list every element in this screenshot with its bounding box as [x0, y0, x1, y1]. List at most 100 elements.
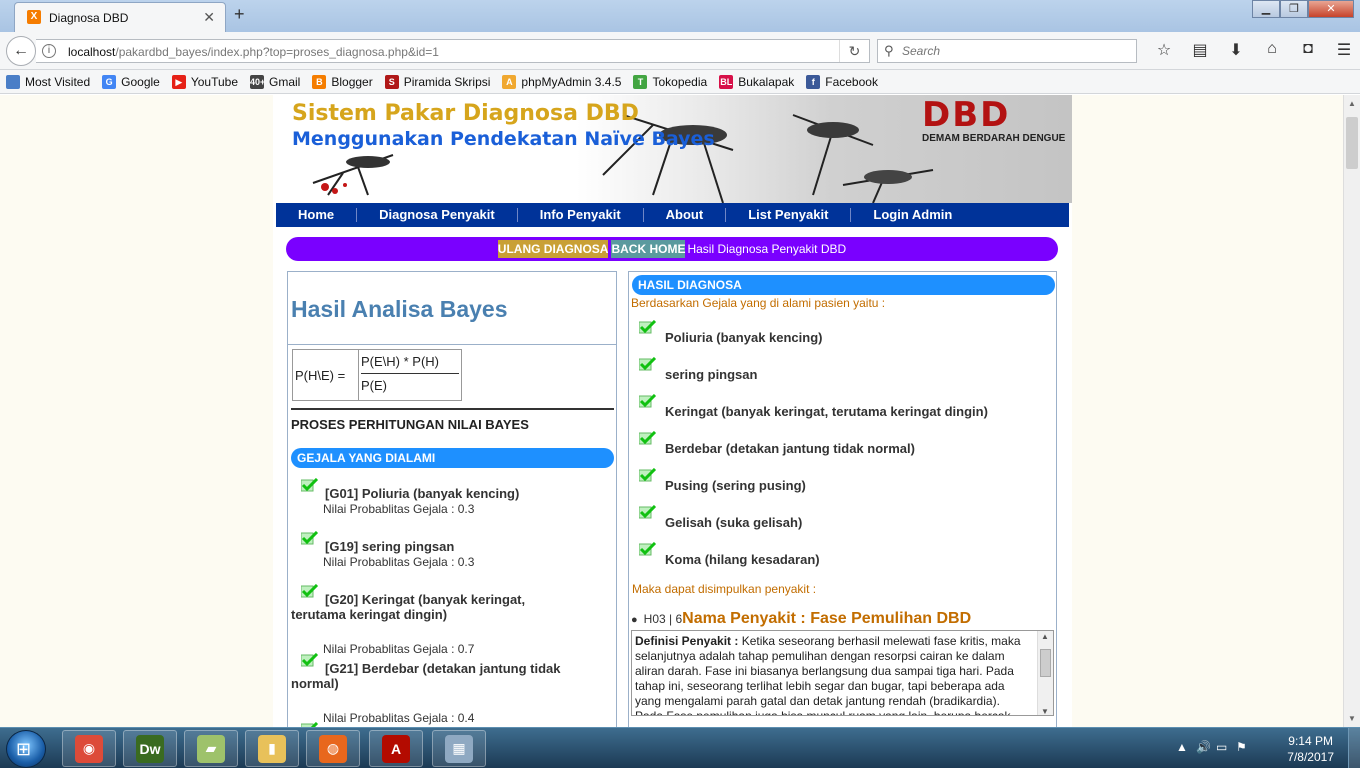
bookmark-label: Piramida Skripsi: [403, 74, 491, 89]
network-icon[interactable]: ▭: [1216, 740, 1227, 754]
gejala-label: [G01] Poliuria (banyak kencing): [325, 486, 520, 501]
search-icon: ⚲: [884, 43, 894, 58]
minimize-icon[interactable]: ▁: [1252, 0, 1280, 18]
gejala-label: [G21] Berdebar (detakan jantung tidak no…: [291, 661, 561, 691]
gejala-label: [G20] Keringat (banyak keringat, terutam…: [291, 592, 526, 622]
reload-icon[interactable]: ↻: [839, 40, 869, 62]
show-desktop-button[interactable]: [1348, 728, 1360, 768]
acrobat-taskbar-button[interactable]: A: [369, 730, 423, 767]
menu-item[interactable]: About: [644, 208, 727, 222]
chrome-taskbar-button[interactable]: ◉: [62, 730, 116, 767]
gmail-icon: 40+: [250, 74, 266, 89]
search-bar[interactable]: ⚲: [877, 39, 1137, 63]
bookmark-item[interactable]: 40+ Gmail: [250, 74, 301, 89]
bookmark-item[interactable]: G Google: [102, 74, 160, 89]
conclusion-text: Maka dapat disimpulkan penyakit :: [632, 582, 817, 596]
browser-tab[interactable]: X Diagnosa DBD ✕: [14, 2, 226, 32]
bookmark-item[interactable]: T Tokopedia: [633, 74, 708, 89]
scroll-down-icon[interactable]: ▼: [1041, 707, 1049, 715]
close-window-icon[interactable]: ✕: [1308, 0, 1354, 18]
bookmark-item[interactable]: AphpMyAdmin 3.4.5: [502, 74, 621, 89]
result-code: H03 | 6: [643, 612, 683, 626]
dreamweaver-icon: Dw: [136, 734, 164, 763]
maximize-icon[interactable]: ❐: [1280, 0, 1308, 18]
bookmark-star-icon[interactable]: ☆: [1146, 40, 1182, 60]
bookmark-label: Facebook: [825, 74, 878, 89]
windows-explorer-files-icon: ▰: [197, 734, 225, 763]
url-bar[interactable]: i localhost/pakardbd_bayes/index.php?top…: [36, 39, 870, 63]
pocket-icon[interactable]: ◘: [1290, 40, 1326, 60]
checkmark-icon: [638, 393, 657, 408]
window-controls: ▁ ❐ ✕: [1252, 0, 1354, 20]
url-text[interactable]: localhost/pakardbd_bayes/index.php?top=p…: [68, 45, 439, 59]
scroll-thumb[interactable]: [1040, 649, 1051, 677]
clock[interactable]: 9:14 PM 7/8/2017: [1287, 733, 1334, 765]
download-icon[interactable]: ⬇: [1218, 40, 1254, 60]
start-button[interactable]: ⊞: [6, 730, 46, 768]
symptom-label: Poliuria (banyak kencing): [665, 330, 823, 345]
bookmarks-bar: Most Visited G Google ▶ YouTube 40+ Gmail B Blog…: [0, 70, 1360, 94]
search-input[interactable]: [902, 43, 1122, 59]
result-disease-name: Nama Penyakit : Fase Pemulihan DBD: [682, 610, 972, 627]
system-tray: ▲ 🔊 ▭ ⚑ 9:14 PM 7/8/2017: [1170, 728, 1360, 768]
site-subtitle: Menggunakan Pendekatan Naïve Bayes: [292, 128, 715, 150]
close-tab-icon[interactable]: ✕: [203, 9, 215, 26]
menu-item[interactable]: Home: [276, 208, 358, 222]
menu-item[interactable]: Login Admin: [851, 208, 974, 222]
scroll-up-icon[interactable]: ▲: [1348, 99, 1356, 108]
symptom-label: Pusing (sering pusing): [665, 478, 806, 493]
formula-lhs: P(H\E) =: [293, 350, 359, 400]
bookmark-item[interactable]: Most Visited: [6, 74, 90, 89]
menu-icon[interactable]: ☰: [1326, 40, 1360, 60]
firefox-taskbar-button[interactable]: ◍: [306, 730, 360, 767]
dreamweaver-taskbar-button[interactable]: Dw: [123, 730, 177, 767]
volume-icon[interactable]: 🔊: [1196, 740, 1211, 754]
bookmark-item[interactable]: f Facebook: [806, 74, 878, 89]
page-viewport: Sistem Pakar Diagnosa DBD Menggunakan Pe…: [0, 95, 1343, 727]
bookmark-label: Bukalapak: [738, 74, 795, 89]
info-icon[interactable]: i: [42, 44, 56, 58]
folder-taskbar-button[interactable]: ▮: [245, 730, 299, 767]
definition-scrollbar[interactable]: ▲ ▼: [1037, 631, 1053, 715]
symptom-label: Keringat (banyak keringat, terutama keri…: [665, 404, 988, 419]
checkmark-icon: [638, 504, 657, 519]
bayes-formula: P(H\E) = P(E\H) * P(H) P(E): [292, 349, 462, 401]
new-tab-icon[interactable]: +: [234, 4, 245, 25]
reading-list-icon[interactable]: ▤: [1182, 40, 1218, 60]
flag-icon[interactable]: ⚑: [1236, 740, 1247, 754]
youtube-icon: ▶: [171, 74, 186, 89]
browser-tab-bar: X Diagnosa DBD ✕ + ▁ ❐ ✕: [0, 0, 1360, 32]
bookmark-label: Tokopedia: [652, 74, 708, 89]
checkmark-icon: [638, 541, 657, 556]
analysis-heading: Hasil Analisa Bayes: [291, 296, 508, 322]
home-icon[interactable]: ⌂: [1254, 40, 1290, 60]
tray-arrow-icon[interactable]: ▲: [1176, 740, 1188, 754]
scroll-down-icon[interactable]: ▼: [1348, 714, 1356, 723]
bookmark-label: Gmail: [269, 74, 301, 89]
menu-item[interactable]: Info Penyakit: [518, 208, 644, 222]
calculator-taskbar-button[interactable]: ▦: [432, 730, 486, 767]
bookmark-item[interactable]: B Blogger: [312, 74, 373, 89]
menu-item[interactable]: Diagnosa Penyakit: [357, 208, 518, 222]
intro-text: Berdasarkan Gejala yang di alami pasien …: [631, 296, 886, 310]
windows-explorer-files-taskbar-button[interactable]: ▰: [184, 730, 238, 767]
google-icon: G: [102, 74, 117, 89]
symptom-label: sering pingsan: [665, 367, 758, 382]
ulang-diagnosa-link[interactable]: ULANG DIAGNOSA: [497, 240, 609, 258]
scroll-thumb[interactable]: [1346, 117, 1358, 169]
back-home-link[interactable]: BACK HOME: [611, 240, 686, 258]
result-line: ● H03 | 6 Nama Penyakit : Fase Pemulihan…: [631, 610, 971, 628]
page-container: Sistem Pakar Diagnosa DBD Menggunakan Pe…: [273, 95, 1072, 727]
toolbar-icons: ☆ ▤ ⬇ ⌂ ◘ ☰: [1146, 40, 1360, 60]
bookmark-item[interactable]: S Piramida Skripsi: [384, 74, 491, 89]
formula-numerator: P(E\H) * P(H): [361, 352, 459, 374]
scroll-up-icon[interactable]: ▲: [1041, 632, 1049, 641]
page-scrollbar[interactable]: ▲ ▼: [1343, 95, 1360, 727]
menu-item[interactable]: List Penyakit: [726, 208, 852, 222]
gejala-header: GEJALA YANG DIALAMI: [291, 448, 614, 468]
back-arrow-icon[interactable]: ←: [6, 36, 36, 66]
site-banner: Sistem Pakar Diagnosa DBD Menggunakan Pe…: [273, 95, 1072, 203]
definition-textbox[interactable]: Definisi Penyakit : Ketika seseorang ber…: [631, 630, 1054, 716]
bookmark-item[interactable]: BL Bukalapak: [719, 74, 795, 89]
bookmark-item[interactable]: ▶ YouTube: [171, 74, 238, 89]
